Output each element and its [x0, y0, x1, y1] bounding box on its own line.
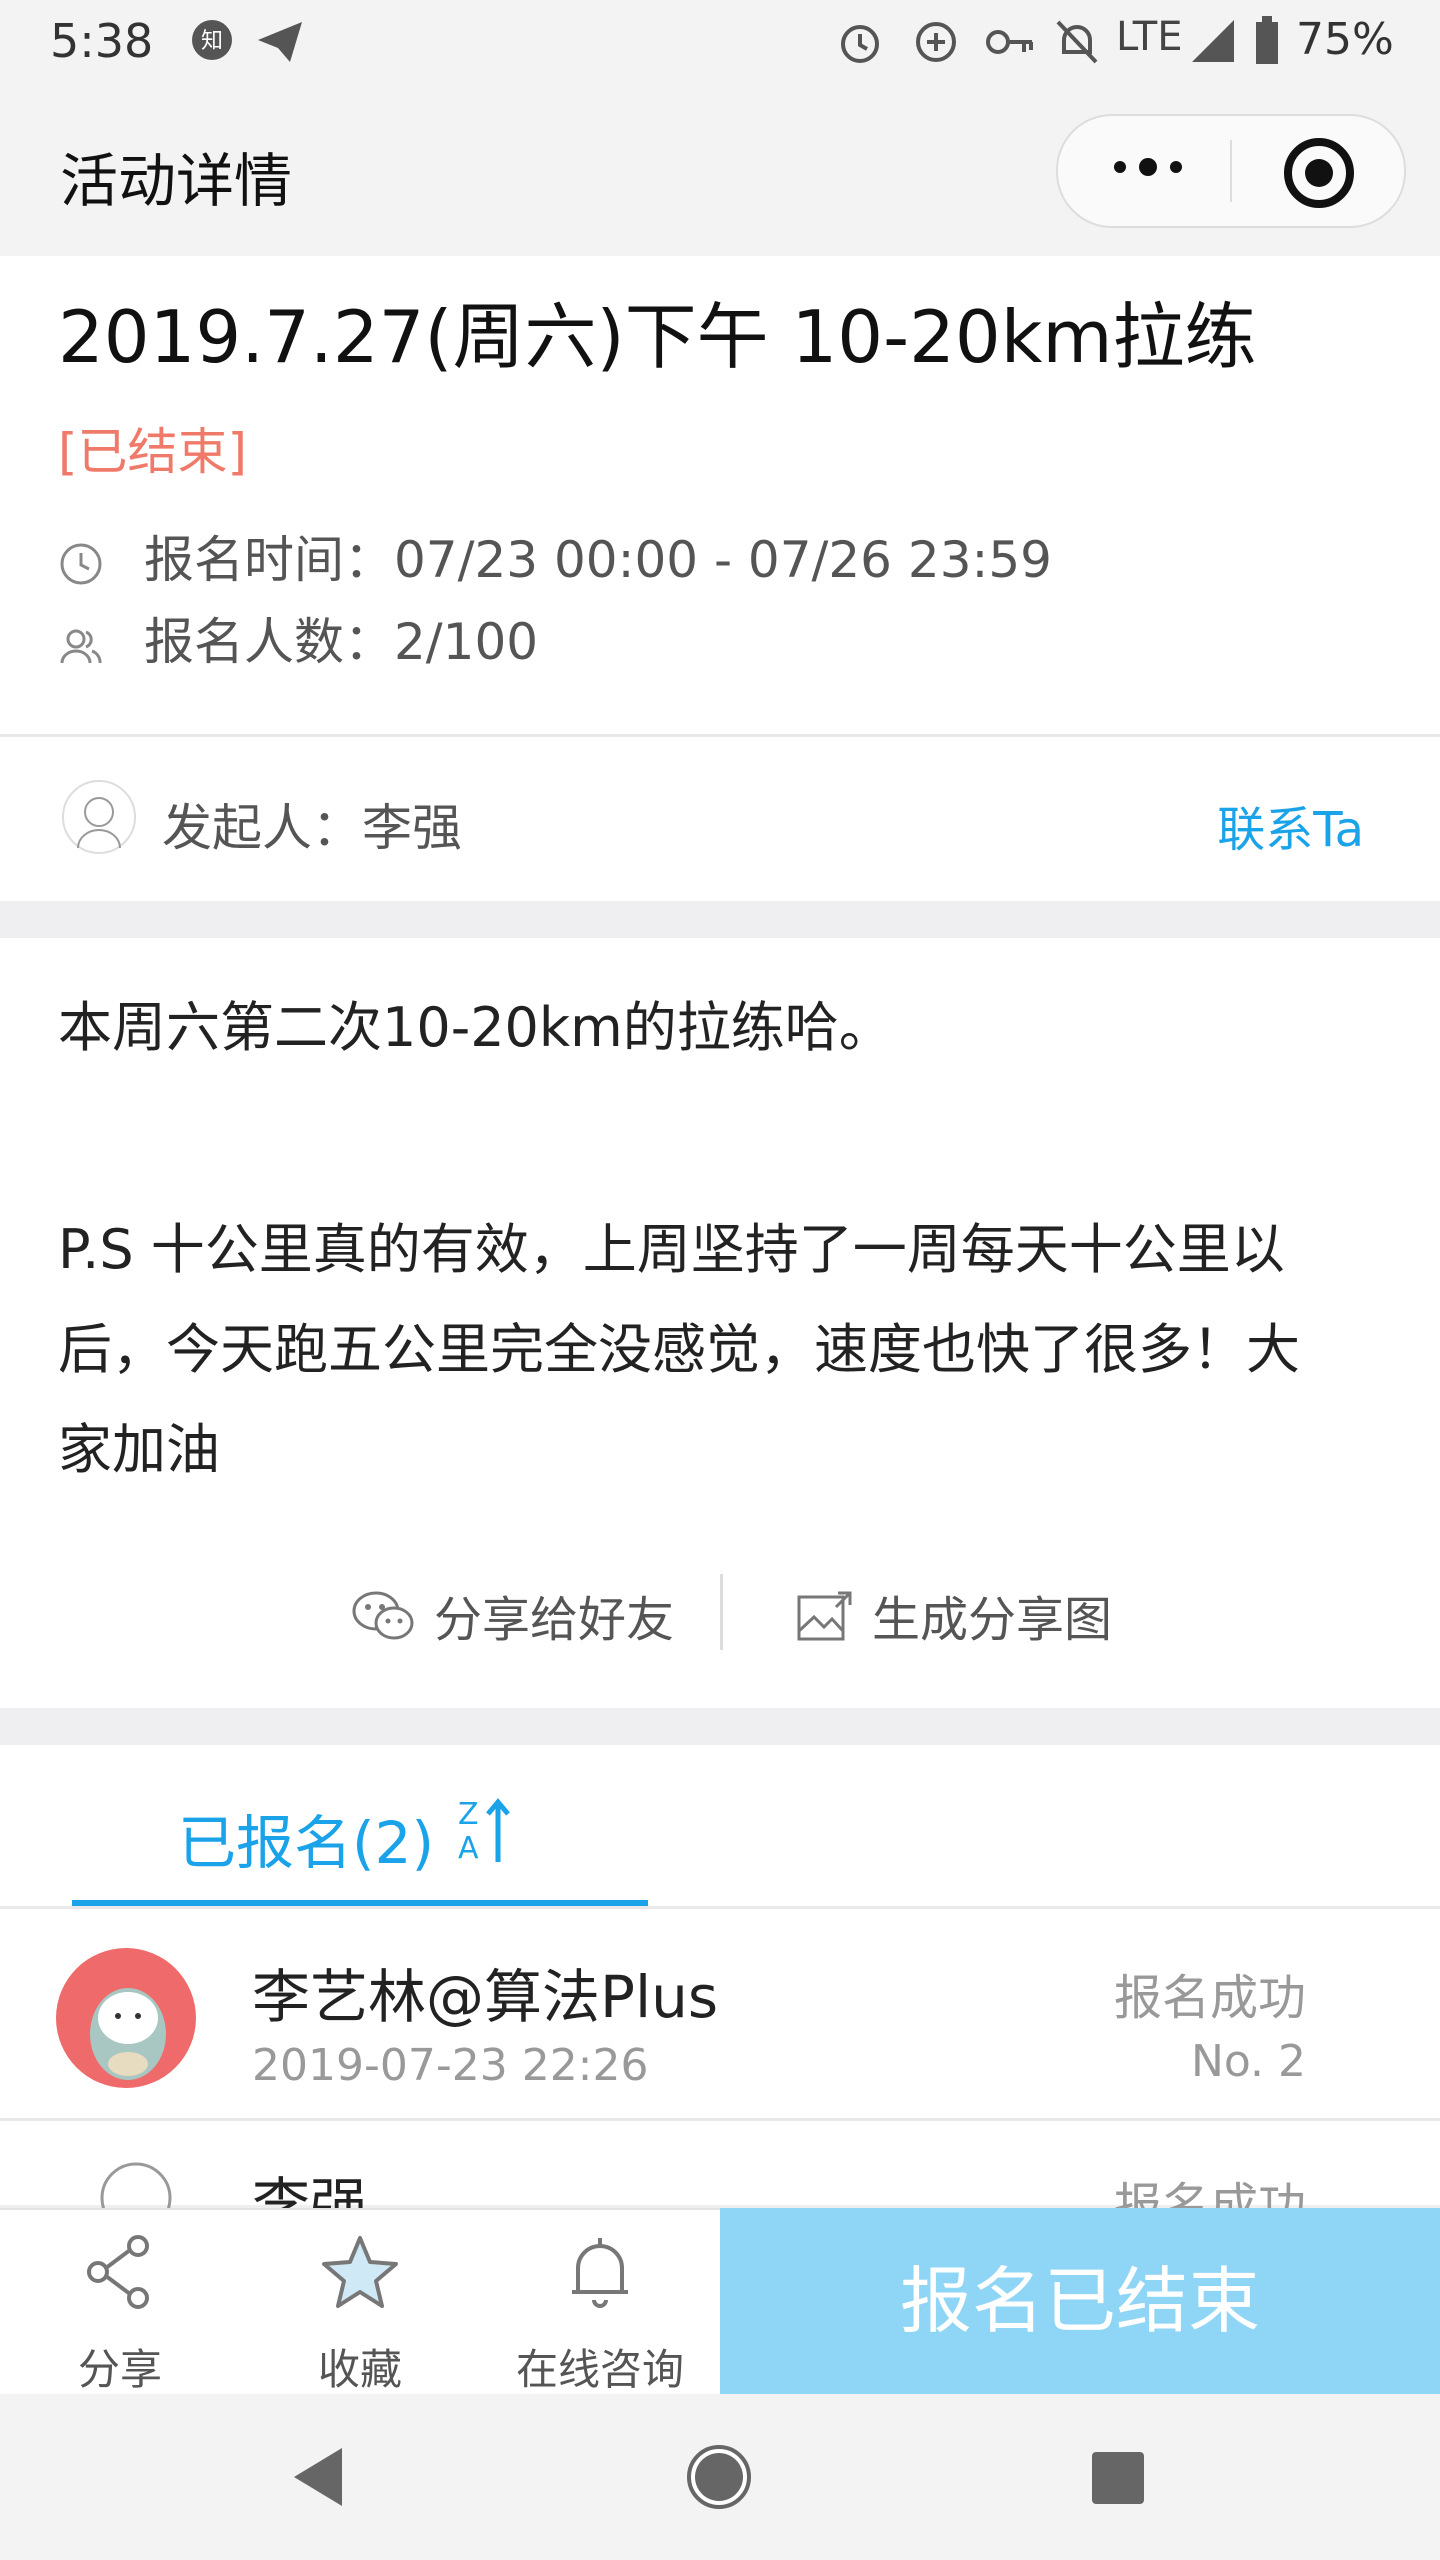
description-line: 家加油 — [58, 1418, 220, 1481]
wechat-icon — [350, 1589, 416, 1657]
share-label: 分享 — [77, 2345, 162, 2394]
vpn-key-icon — [984, 20, 1036, 68]
signup-time-row: 报名时间：07/23 00:00 - 07/26 23:59 — [58, 520, 1052, 592]
alarm-icon — [836, 18, 884, 70]
participant-avatar — [96, 2158, 176, 2208]
participant-name: 李艺林@算法Plus — [252, 1963, 719, 2031]
sort-icon[interactable]: Z A — [454, 1796, 514, 1870]
event-title: 2019.7.27(周六)下午 10-20km拉练 — [58, 295, 1257, 379]
status-time: 5:38 — [50, 14, 154, 68]
participant-status: 报名成功 — [1113, 1970, 1306, 2026]
signup-count-row: 报名人数：2/100 — [58, 602, 538, 674]
participant-name-wrap: 李强 — [252, 2158, 552, 2208]
favorite-action[interactable]: 收藏 — [250, 2210, 470, 2396]
recents-icon[interactable] — [1090, 2450, 1146, 2510]
share-icon — [80, 2232, 160, 2312]
network-type: LTE — [1116, 14, 1183, 60]
generate-share-image-label: 生成分享图 — [872, 1592, 1113, 1648]
share-action[interactable]: 分享 — [10, 2210, 230, 2396]
signup-time-text: 报名时间：07/23 00:00 - 07/26 23:59 — [144, 531, 1052, 589]
generate-share-image-button[interactable]: 生成分享图 — [796, 1580, 1112, 1655]
share-friends-button[interactable]: 分享给好友 — [350, 1580, 674, 1657]
participant-status: 报名成功 — [1113, 2178, 1306, 2208]
mini-program-capsule — [1056, 114, 1406, 228]
home-icon[interactable] — [686, 2444, 752, 2514]
signup-ended-button[interactable]: 报名已结束 — [720, 2208, 1440, 2394]
description-line: 本周六第二次10-20km的拉练哈。 — [58, 996, 893, 1059]
participant-number: No. 2 — [1190, 2036, 1306, 2087]
system-nav-bar — [0, 2394, 1440, 2560]
more-dots-icon[interactable] — [1108, 144, 1188, 198]
status-bar: 5:38 知 LTE 75% — [0, 0, 1440, 86]
description-line: 后，今天跑五公里完全没感觉，速度也快了很多！大 — [58, 1318, 1300, 1381]
bell-icon — [560, 2232, 640, 2312]
send-icon — [256, 20, 304, 73]
page-title: 活动详情 — [60, 147, 293, 215]
participant-status-wrap: 报名成功 — [1114, 2166, 1306, 2208]
consult-action[interactable]: 在线咨询 — [490, 2210, 710, 2396]
favorite-label: 收藏 — [317, 2345, 402, 2394]
image-icon — [796, 1591, 852, 1655]
participant-name: 李强 — [252, 2171, 369, 2208]
event-status-tag: [已结束] — [58, 423, 248, 481]
organizer-avatar — [62, 780, 136, 854]
participant-avatar — [56, 1948, 196, 2088]
participant-signup-time: 2019-07-23 22:26 — [252, 2040, 649, 2091]
data-saver-icon — [912, 18, 960, 70]
capsule-divider — [1230, 140, 1232, 202]
signal-icon — [1190, 18, 1236, 68]
close-target-icon[interactable] — [1284, 138, 1354, 208]
divider — [0, 1906, 1440, 1909]
tab-registered[interactable]: 已报名(2) — [178, 1796, 434, 1880]
notifications-off-icon — [1054, 18, 1100, 70]
organizer-label: 发起人：李强 — [162, 799, 462, 857]
divider — [0, 2118, 1440, 2121]
consult-label: 在线咨询 — [515, 2345, 684, 2394]
contact-organizer-link[interactable]: 联系Ta — [1217, 790, 1364, 860]
nav-bar: 活动详情 — [0, 86, 1440, 256]
signup-count-text: 报名人数：2/100 — [144, 613, 539, 671]
share-friends-label: 分享给好友 — [434, 1592, 675, 1648]
back-icon[interactable] — [290, 2446, 346, 2512]
svg-text:知: 知 — [201, 29, 223, 54]
share-divider — [720, 1574, 723, 1650]
zhihu-icon: 知 — [190, 18, 234, 71]
star-icon — [320, 2232, 400, 2312]
battery-icon — [1254, 16, 1280, 70]
battery-percent: 75% — [1296, 14, 1394, 65]
sort-z: Z — [458, 1797, 479, 1832]
sort-a: A — [458, 1831, 479, 1866]
users-icon — [58, 623, 104, 669]
description-line: P.S 十公里真的有效，上周坚持了一周每天十公里以 — [58, 1218, 1285, 1281]
clock-icon — [58, 541, 104, 587]
